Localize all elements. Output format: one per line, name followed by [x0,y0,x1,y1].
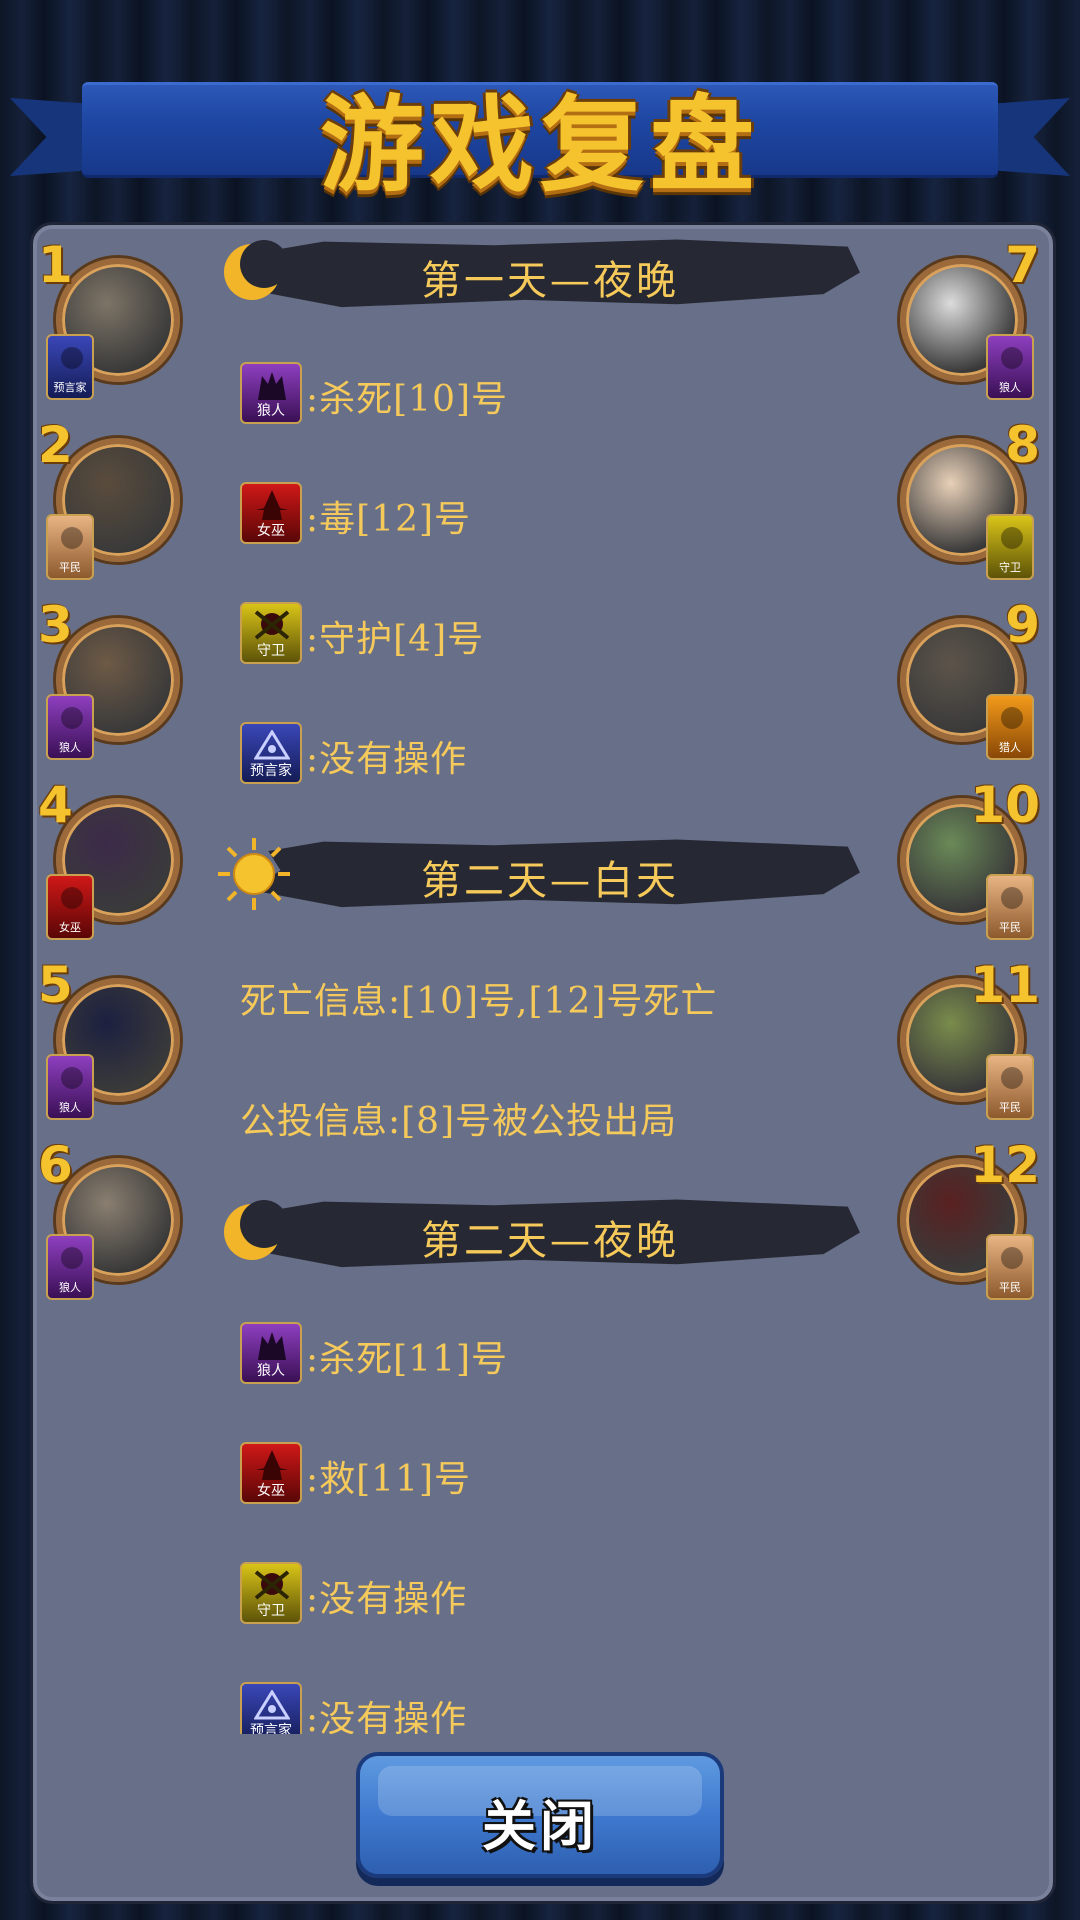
log-entry: 预言家 :没有操作 [210,1678,870,1734]
guard-role-icon: 守卫 [240,602,302,664]
wolf-role-badge: 狼人 [986,334,1034,400]
title-banner: 游戏复盘 [0,50,1080,206]
seer-role-icon: 预言家 [240,722,302,784]
log-entry-text: :杀死[10]号 [306,379,509,420]
section-day-2: 第二天—白天 [210,830,870,918]
guard-role-badge: 守卫 [986,514,1034,580]
seer-role-icon: 预言家 [240,1682,302,1734]
log-entry: 狼人 :杀死[10]号 [210,358,870,428]
game-log[interactable]: 第一天—夜晚 狼人 :杀死[10]号 女巫 :毒[12]号 守卫 :守护[4]号… [210,230,870,1734]
log-entry-text: :没有操作 [306,1579,468,1620]
moon-icon [224,240,284,300]
log-entry: 预言家 :没有操作 [210,718,870,788]
seer-role-badge: 预言家 [46,334,94,400]
wolf-role-badge: 狼人 [46,1234,94,1300]
wolf-role-icon: 狼人 [240,362,302,424]
hunter-role-badge: 猎人 [986,694,1034,760]
log-entry: 女巫 :毒[12]号 [210,478,870,548]
witch-role-icon: 女巫 [240,482,302,544]
player-number: 9 [1005,596,1040,654]
player-number: 5 [38,956,73,1014]
death-info-text: 死亡信息:[10]号,[12]号死亡 [240,981,718,1022]
vote-info-text: 公投信息:[8]号被公投出局 [240,1101,678,1142]
log-entry: 守卫 :没有操作 [210,1558,870,1628]
witch-role-icon: 女巫 [240,1442,302,1504]
wolf-role-badge: 狼人 [46,1054,94,1120]
player-number: 4 [38,776,73,834]
moon-icon [224,1200,284,1260]
vote-info: 公投信息:[8]号被公投出局 [210,1078,870,1148]
wolf-role-icon: 狼人 [240,1322,302,1384]
section-night-1: 第一天—夜晚 [210,230,870,318]
guard-role-icon: 守卫 [240,1562,302,1624]
log-entry: 守卫 :守护[4]号 [210,598,870,668]
section-title: 第二天—白天 [421,858,679,904]
log-entry: 狼人 :杀死[11]号 [210,1318,870,1388]
player-number: 7 [1005,236,1040,294]
villager-role-badge: 平民 [986,874,1034,940]
section-night-2: 第二天—夜晚 [210,1190,870,1278]
log-entry-text: :没有操作 [306,739,468,780]
wolf-role-badge: 狼人 [46,694,94,760]
death-info: 死亡信息:[10]号,[12]号死亡 [210,958,870,1028]
villager-role-badge: 平民 [46,514,94,580]
player-number: 8 [1005,416,1040,474]
villager-role-badge: 平民 [986,1234,1034,1300]
log-entry-text: :守护[4]号 [306,619,485,660]
log-entry-text: :杀死[11]号 [306,1339,509,1380]
log-entry-text: :毒[12]号 [306,499,472,540]
player-number: 6 [38,1136,73,1194]
player-number: 10 [970,776,1040,834]
section-title: 第二天—夜晚 [421,1218,679,1264]
page-title: 游戏复盘 [319,84,760,206]
villager-role-badge: 平民 [986,1054,1034,1120]
close-button[interactable]: 关闭 [356,1752,724,1878]
player-number: 3 [38,596,73,654]
sun-icon [218,838,290,910]
player-number: 11 [970,956,1040,1014]
log-entry: 女巫 :救[11]号 [210,1438,870,1508]
player-number: 2 [38,416,73,474]
witch-role-badge: 女巫 [46,874,94,940]
player-number: 1 [38,236,73,294]
section-title: 第一天—夜晚 [421,258,679,304]
player-number: 12 [970,1136,1040,1194]
log-entry-text: :救[11]号 [306,1459,472,1500]
close-button-label: 关闭 [482,1794,598,1858]
log-entry-text: :没有操作 [306,1699,468,1734]
